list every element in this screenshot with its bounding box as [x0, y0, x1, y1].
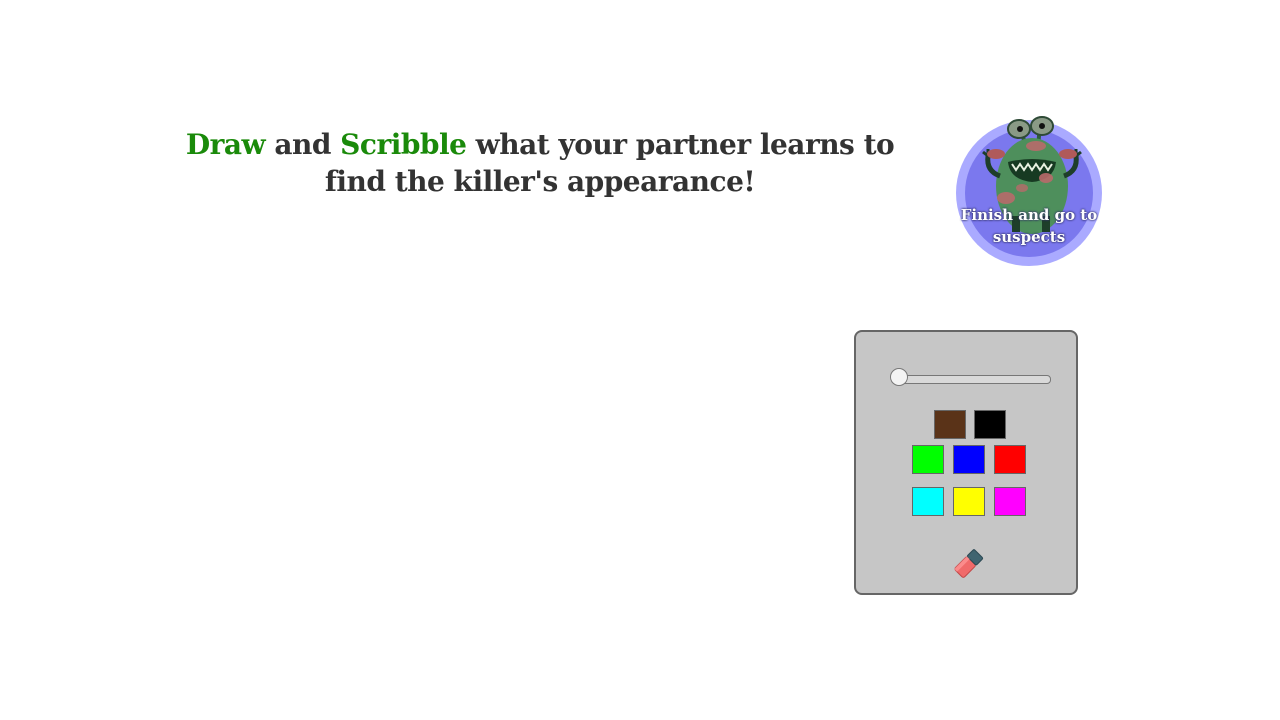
brush-size-slider[interactable]	[891, 375, 1051, 384]
instruction-keyword-draw: Draw	[185, 128, 266, 161]
color-swatch-brown[interactable]	[934, 410, 966, 439]
drawing-toolbox	[854, 330, 1078, 595]
color-swatch-yellow[interactable]	[953, 487, 985, 516]
color-swatch-magenta[interactable]	[994, 487, 1026, 516]
instruction-text-and: and	[265, 128, 341, 161]
finish-button-label: Finish and go to suspects	[960, 206, 1098, 246]
finish-button[interactable]: Finish and go to suspects	[956, 116, 1102, 266]
instruction-heading: Draw and Scribble what your partner lear…	[180, 126, 900, 200]
color-swatch-red[interactable]	[994, 445, 1026, 474]
instruction-keyword-scribble: Scribble	[340, 128, 467, 161]
color-swatch-green[interactable]	[912, 445, 944, 474]
eraser-icon[interactable]	[951, 546, 987, 582]
color-swatch-black[interactable]	[974, 410, 1006, 439]
brush-size-slider-thumb[interactable]	[890, 368, 908, 386]
color-swatch-cyan[interactable]	[912, 487, 944, 516]
color-swatch-blue[interactable]	[953, 445, 985, 474]
